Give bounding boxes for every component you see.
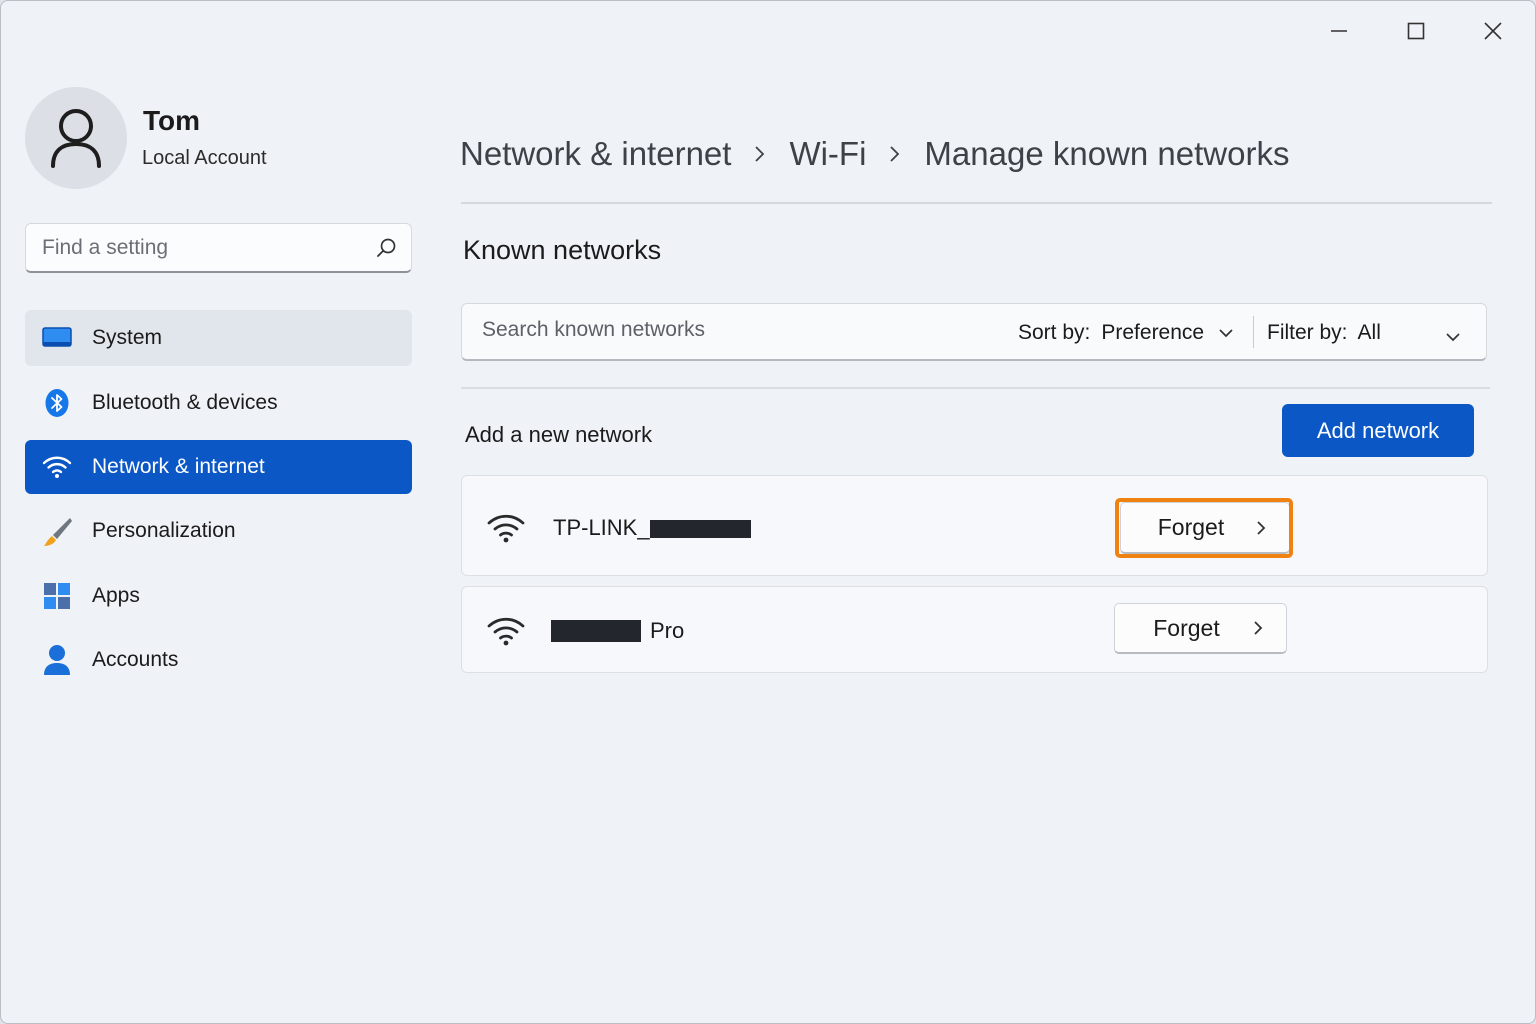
sidebar-item-label: Network & internet	[92, 455, 265, 478]
page-title: Manage known networks	[924, 135, 1290, 172]
sidebar-item-bluetooth[interactable]: Bluetooth & devices	[25, 375, 412, 431]
user-account-type: Local Account	[142, 147, 267, 169]
wifi-icon	[41, 451, 73, 483]
forget-button[interactable]: Forget	[1114, 603, 1287, 654]
filter-dropdown[interactable]: Filter by: All	[1267, 321, 1477, 345]
network-ssid: Pro	[551, 618, 684, 644]
brush-icon	[41, 515, 73, 547]
avatar[interactable]	[25, 87, 127, 189]
network-ssid-text: TP-LINK_	[553, 515, 650, 540]
sidebar-item-label: Bluetooth & devices	[92, 391, 278, 414]
sidebar-item-network[interactable]: Network & internet	[25, 440, 412, 494]
add-network-label: Add a new network	[465, 422, 653, 447]
chevron-right-icon	[753, 144, 767, 164]
minimize-button[interactable]	[1319, 13, 1359, 49]
breadcrumb: Network & internet Wi-Fi Manage known ne…	[460, 135, 1289, 173]
wifi-icon	[487, 514, 525, 543]
apps-icon	[41, 580, 73, 612]
sort-label: Sort by:	[1018, 321, 1091, 344]
bluetooth-icon	[41, 387, 73, 419]
sidebar-item-apps[interactable]: Apps	[25, 568, 412, 624]
find-setting-input[interactable]	[42, 235, 375, 260]
divider	[1253, 316, 1254, 348]
network-ssid-text: Pro	[650, 618, 685, 643]
breadcrumb-wifi[interactable]: Wi-Fi	[789, 135, 866, 173]
close-icon	[1484, 22, 1502, 40]
divider	[461, 202, 1492, 204]
add-network-button[interactable]: Add network	[1282, 404, 1474, 457]
settings-window: Tom Local Account System Bluetooth & dev…	[0, 0, 1536, 1024]
monitor-icon	[41, 322, 73, 354]
minimize-icon	[1331, 30, 1347, 32]
divider	[461, 387, 1490, 389]
redacted-block	[649, 520, 751, 538]
user-name: Tom	[143, 105, 201, 136]
chevron-right-icon	[1252, 619, 1264, 637]
network-ssid: TP-LINK_	[553, 515, 751, 541]
sidebar-item-accounts[interactable]: Accounts	[25, 632, 412, 688]
wifi-icon	[487, 617, 525, 646]
sidebar-item-system[interactable]: System	[25, 310, 412, 366]
sidebar-item-personalization[interactable]: Personalization	[25, 503, 412, 559]
network-row[interactable]: TP-LINK_ Forget	[461, 475, 1488, 576]
section-title: Known networks	[463, 235, 662, 265]
sidebar-item-label: Accounts	[92, 648, 179, 671]
network-row[interactable]: Pro Forget	[461, 586, 1488, 673]
person-icon	[41, 644, 73, 676]
chevron-right-icon	[888, 144, 902, 164]
chevron-down-icon	[1218, 327, 1234, 339]
close-button[interactable]	[1473, 13, 1513, 49]
sidebar-item-label: System	[92, 326, 163, 349]
find-setting-box[interactable]	[25, 223, 412, 273]
sort-dropdown[interactable]: Sort by: Preference	[1018, 321, 1234, 345]
filter-label: Filter by:	[1267, 321, 1348, 344]
maximize-button[interactable]	[1396, 13, 1436, 49]
forget-label: Forget	[1157, 514, 1225, 540]
known-networks-toolbar: Sort by: Preference Filter by: All	[461, 303, 1487, 361]
search-known-networks-input[interactable]	[482, 318, 982, 342]
forget-button[interactable]: Forget	[1120, 502, 1290, 554]
person-icon	[51, 109, 101, 168]
breadcrumb-network-internet[interactable]: Network & internet	[460, 135, 731, 173]
chevron-down-icon	[1445, 325, 1461, 349]
sort-value: Preference	[1101, 321, 1205, 344]
search-icon[interactable]	[375, 237, 397, 259]
forget-label: Forget	[1153, 614, 1220, 641]
chevron-right-icon	[1255, 519, 1267, 537]
sidebar-item-label: Apps	[92, 584, 140, 607]
maximize-icon	[1407, 22, 1425, 40]
filter-value: All	[1357, 321, 1381, 344]
sidebar-item-label: Personalization	[92, 519, 236, 542]
redacted-block	[551, 620, 641, 642]
